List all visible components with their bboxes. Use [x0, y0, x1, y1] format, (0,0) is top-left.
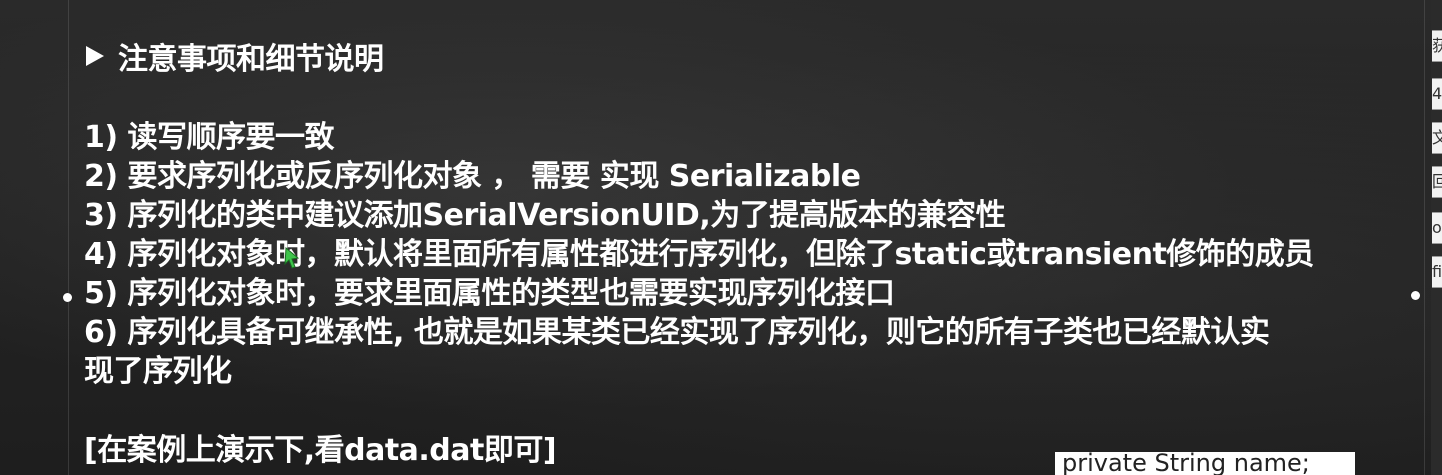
side-tab-6[interactable]: fi: [1432, 256, 1442, 288]
slide-heading: 注意事项和细节说明: [84, 36, 1414, 77]
note-item-6: 6) 序列化具备可继承性, 也就是如果某类已经实现了序列化，则它的所有子类也已经…: [84, 315, 1270, 350]
side-tab-3[interactable]: 文: [1432, 122, 1442, 154]
note-item-1: 1) 读写顺序要一致: [84, 120, 335, 155]
left-pointer-dot-icon: [63, 293, 72, 302]
slide-right-edge: [1424, 0, 1425, 475]
note-item-6-continued: 现了序列化: [84, 354, 232, 389]
side-tab-2[interactable]: 4: [1432, 78, 1442, 110]
mouse-cursor-icon: [284, 246, 300, 269]
side-tab-1[interactable]: 获: [1432, 30, 1442, 62]
note-item-3: 3) 序列化的类中建议添加SerialVersionUID,为了提高版本的兼容性: [84, 198, 1006, 233]
slide-left-edge: [68, 0, 69, 475]
right-pointer-dot-icon: [1411, 291, 1420, 300]
arrow-bullet-icon: [86, 46, 104, 66]
note-item-2: 2) 要求序列化或反序列化对象 ， 需要 实现 Serializable: [84, 159, 861, 194]
note-item-5: 5) 序列化对象时，要求里面属性的类型也需要实现序列化接口: [84, 276, 895, 311]
video-frame: 注意事项和细节说明 1) 读写顺序要一致 2) 要求序列化或反序列化对象 ， 需…: [0, 0, 1442, 475]
side-tab-4[interactable]: 回: [1432, 166, 1442, 198]
side-tab-5[interactable]: o: [1432, 212, 1442, 244]
code-line: private String name;: [1062, 449, 1310, 475]
heading-text: 注意事项和细节说明: [118, 42, 384, 77]
